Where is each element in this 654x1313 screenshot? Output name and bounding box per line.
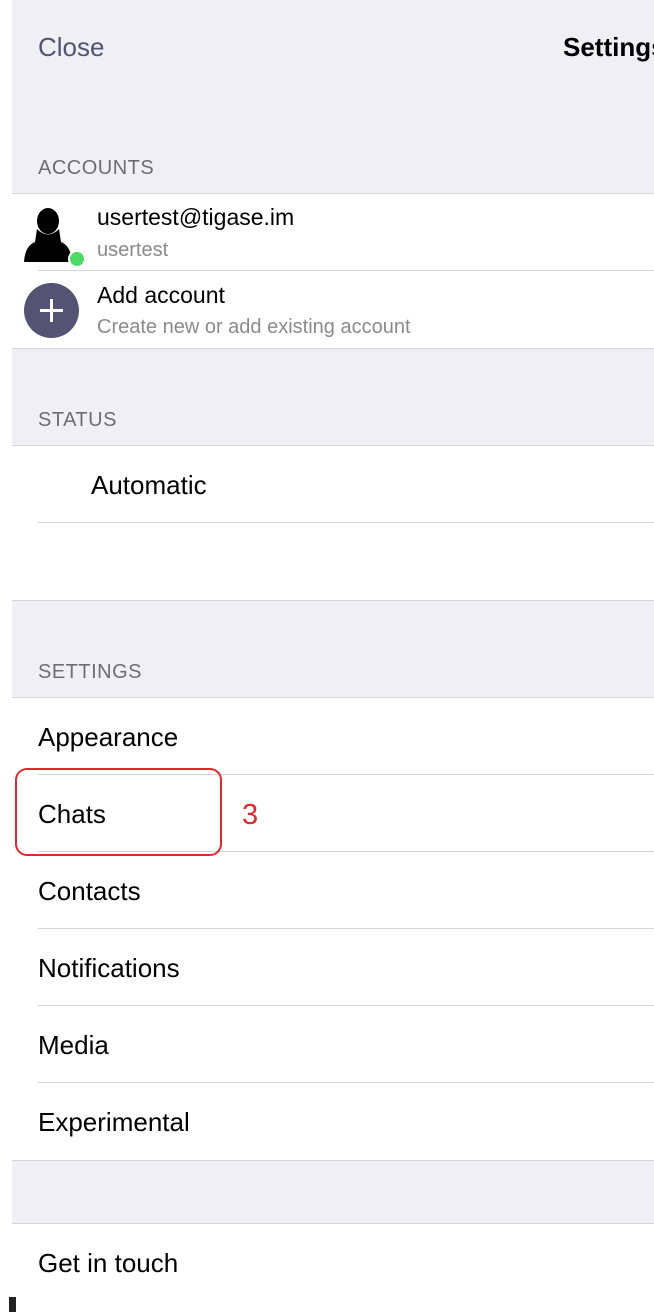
settings-item-notifications[interactable]: Notifications xyxy=(12,929,654,1005)
settings-item-experimental[interactable]: Experimental xyxy=(12,1083,654,1159)
status-section-header: STATUS xyxy=(38,409,117,431)
support-group: Get in touch xyxy=(12,1223,654,1313)
settings-item-label: Experimental xyxy=(38,1107,190,1137)
settings-group: Appearance Chats Contacts Notifications … xyxy=(12,697,654,1161)
settings-item-label: Media xyxy=(38,1030,109,1060)
page-title: Settings xyxy=(563,32,654,62)
navigation-bar: Close Settings xyxy=(12,0,654,96)
add-account-row[interactable]: Add account Create new or add existing a… xyxy=(12,271,654,348)
get-in-touch-row[interactable]: Get in touch xyxy=(12,1224,654,1300)
annotation-step-number: 3 xyxy=(242,799,259,831)
settings-screen: Close Settings ACCOUNTS usertest@tigase.… xyxy=(12,0,654,1313)
settings-item-contacts[interactable]: Contacts xyxy=(12,852,654,928)
annotation-highlight-box xyxy=(15,768,222,856)
close-button[interactable]: Close xyxy=(38,32,104,63)
accounts-section-header: ACCOUNTS xyxy=(38,157,155,179)
separator xyxy=(38,522,654,523)
settings-item-media[interactable]: Media xyxy=(12,1006,654,1082)
online-status-dot xyxy=(68,250,86,268)
account-name: usertest xyxy=(97,239,169,261)
settings-section-header: SETTINGS xyxy=(38,661,143,683)
status-row[interactable]: Automatic xyxy=(12,446,654,522)
add-account-label: Add account xyxy=(97,282,225,308)
text-cursor xyxy=(9,1297,16,1312)
left-edge-strip xyxy=(0,1145,12,1312)
settings-item-appearance[interactable]: Appearance xyxy=(12,698,654,774)
avatar-icon xyxy=(24,208,72,262)
settings-item-label: Contacts xyxy=(38,876,141,906)
status-value: Automatic xyxy=(91,470,207,500)
account-row[interactable]: usertest@tigase.im usertest xyxy=(12,194,654,270)
settings-item-label: Appearance xyxy=(38,722,179,752)
add-icon xyxy=(24,283,79,338)
status-group: Automatic xyxy=(12,445,654,601)
add-account-subtitle: Create new or add existing account xyxy=(97,316,411,338)
settings-item-label: Notifications xyxy=(38,953,180,983)
get-in-touch-label: Get in touch xyxy=(38,1248,179,1278)
accounts-group: usertest@tigase.im usertest Add account … xyxy=(12,193,654,349)
account-jid: usertest@tigase.im xyxy=(97,204,295,230)
